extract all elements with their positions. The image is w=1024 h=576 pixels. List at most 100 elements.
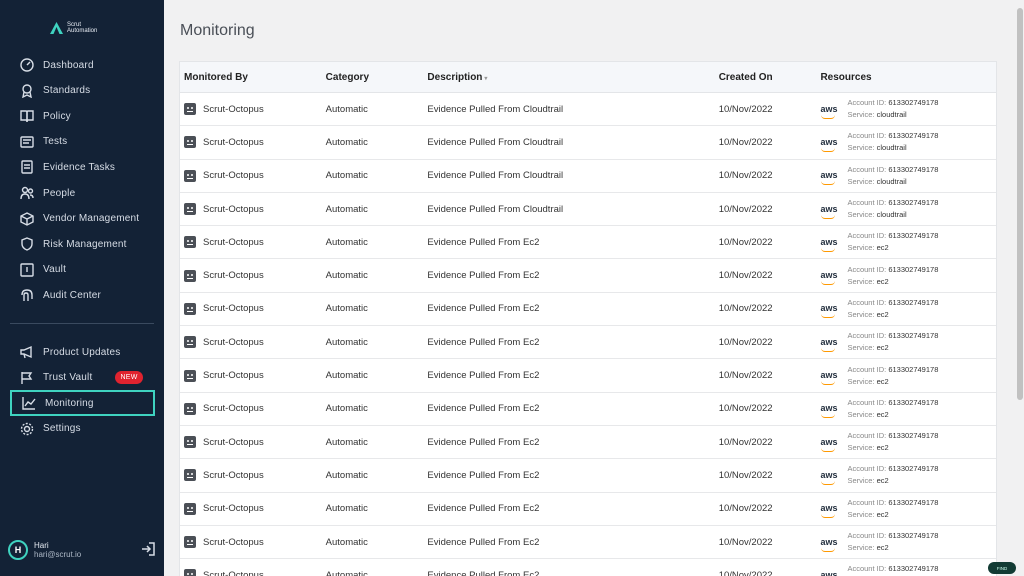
find-button[interactable]: FIND (988, 562, 1016, 574)
scrollbar-thumb[interactable] (1017, 8, 1023, 400)
sidebar-item-settings[interactable]: Settings (10, 416, 155, 442)
bot-icon (184, 169, 196, 182)
table-row[interactable]: Scrut-Octopus Automatic Evidence Pulled Fr… (180, 259, 996, 293)
scrut-logo[interactable]: Scrut Automation (50, 22, 97, 34)
sidebar-item-label: Trust Vault (43, 372, 93, 384)
table-row[interactable]: Scrut-Octopus Automatic Evidence Pulled Fr… (180, 193, 996, 227)
account-id-label: Account ID: (847, 164, 887, 174)
sidebar-item-trust-vault[interactable]: Trust Vault NEW (10, 365, 155, 391)
table-row[interactable]: Scrut-Octopus Automatic Evidence Pulled Fr… (180, 493, 996, 526)
resources-cell: Account ID: 613302749178 Service: cloudtr… (847, 197, 938, 221)
service-label: Service: (847, 509, 875, 519)
service-value: cloudtrail (876, 143, 907, 153)
created-on-cell: 10/Nov/2022 (718, 103, 773, 115)
sidebar-item-label: People (43, 187, 76, 199)
sort-icon[interactable]: ▾ (484, 76, 487, 82)
description-cell: Evidence Pulled From Ec2 (427, 569, 540, 576)
service-value: cloudtrail (876, 210, 907, 220)
description-cell: Evidence Pulled From Ec2 (427, 436, 540, 448)
resources-cell: Account ID: 613302749178 Service: cloudtr… (847, 164, 938, 188)
sidebar-item-dashboard[interactable]: Dashboard (10, 52, 155, 78)
sidebar-item-audit-center[interactable]: Audit Center (10, 282, 155, 308)
shield-icon (19, 237, 34, 252)
description-cell: Evidence Pulled From Cloudtrail (427, 170, 564, 182)
table-row[interactable]: Scrut-Octopus Automatic Evidence Pulled Fr… (180, 326, 996, 360)
sidebar-item-monitoring[interactable]: Monitoring (10, 390, 155, 417)
category-cell: Automatic (325, 403, 368, 415)
bot-icon (184, 302, 196, 315)
user-name: Hari (34, 541, 49, 550)
description-cell: Evidence Pulled From Ec2 (427, 503, 540, 515)
sidebar-item-label: Policy (43, 110, 71, 122)
megaphone-icon (19, 345, 34, 360)
audit-icon (19, 288, 34, 303)
sidebar-item-tests[interactable]: Tests (10, 129, 155, 155)
sidebar-item-policy[interactable]: Policy (10, 103, 155, 129)
sidebar-item-evidence-tasks[interactable]: Evidence Tasks (10, 154, 155, 180)
category-cell: Automatic (325, 503, 368, 515)
account-id-label: Account ID: (847, 364, 887, 374)
table-row[interactable]: Scrut-Octopus Automatic Evidence Pulled Fr… (180, 559, 996, 576)
table-row[interactable]: Scrut-Octopus Automatic Evidence Pulled Fr… (180, 293, 996, 327)
account-id-label: Account ID: (847, 531, 887, 540)
bot-icon (184, 236, 196, 249)
sidebar-item-product-updates[interactable]: Product Updates (10, 339, 155, 365)
created-on-cell: 10/Nov/2022 (718, 336, 773, 348)
table-row[interactable]: Scrut-Octopus Automatic Evidence Pulled Fr… (180, 459, 996, 493)
created-on-cell: 10/Nov/2022 (718, 436, 773, 448)
sidebar-item-people[interactable]: People (10, 180, 155, 206)
created-on-cell: 10/Nov/2022 (718, 569, 773, 576)
header-category[interactable]: Category (326, 72, 428, 83)
header-created-on[interactable]: Created On (719, 72, 821, 83)
bot-icon (184, 136, 196, 149)
created-on-cell: 10/Nov/2022 (718, 136, 773, 148)
table-row[interactable]: Scrut-Octopus Automatic Evidence Pulled Fr… (180, 93, 996, 127)
sidebar-item-risk-management[interactable]: Risk Management (10, 231, 155, 257)
account-id-value: 613302749178 (888, 264, 939, 274)
resources-cell: Account ID: 613302749178 Service: ec2 (847, 364, 938, 388)
table-row[interactable]: Scrut-Octopus Automatic Evidence Pulled Fr… (180, 393, 996, 426)
account-id-label: Account ID: (847, 564, 887, 574)
sidebar-item-standards[interactable]: Standards (10, 78, 155, 104)
header-description[interactable]: Description ▾ (427, 72, 718, 83)
service-label: Service: (847, 476, 875, 486)
created-on-cell: 10/Nov/2022 (718, 203, 773, 215)
category-cell: Automatic (325, 203, 368, 215)
service-label: Service: (847, 176, 875, 186)
table-row[interactable]: Scrut-Octopus Automatic Evidence Pulled Fr… (180, 526, 996, 560)
bot-icon (184, 569, 196, 576)
sidebar-item-label: Vault (43, 264, 67, 276)
logout-icon[interactable] (141, 542, 155, 556)
description-cell: Evidence Pulled From Ec2 (427, 403, 540, 415)
resources-cell: Account ID: 613302749178 Service: ec2 (847, 463, 938, 487)
account-id-value: 613302749178 (888, 397, 939, 407)
bot-icon (184, 103, 196, 116)
account-id-label: Account ID: (847, 331, 887, 341)
header-resources[interactable]: Resources (820, 72, 996, 83)
monitored-by-cell: Scrut-Octopus (203, 469, 264, 481)
table-row[interactable]: Scrut-Octopus Automatic Evidence Pulled Fr… (180, 359, 996, 393)
resources-cell: Account ID: 613302749178 Service: ec2 (847, 430, 938, 454)
aws-icon: aws (820, 570, 838, 576)
sidebar-item-vault[interactable]: Vault (10, 257, 155, 283)
service-value: cloudtrail (876, 110, 907, 120)
description-cell: Evidence Pulled From Ec2 (427, 336, 540, 348)
vendor-icon (19, 211, 34, 226)
table-row[interactable]: Scrut-Octopus Automatic Evidence Pulled Fr… (180, 160, 996, 193)
sidebar-item-vendor-management[interactable]: Vendor Management (10, 206, 155, 232)
service-label: Service: (847, 110, 875, 120)
table-row[interactable]: Scrut-Octopus Automatic Evidence Pulled Fr… (180, 126, 996, 160)
monitored-by-cell: Scrut-Octopus (203, 569, 264, 576)
account-id-label: Account ID: (847, 297, 887, 307)
user-profile[interactable]: H Hari hari@scrut.io (8, 540, 81, 560)
vault-icon (19, 262, 34, 277)
created-on-cell: 10/Nov/2022 (718, 236, 773, 248)
service-label: Service: (847, 376, 875, 386)
monitored-by-cell: Scrut-Octopus (203, 170, 264, 182)
table-row[interactable]: Scrut-Octopus Automatic Evidence Pulled Fr… (180, 226, 996, 260)
resources-cell: Account ID: 613302749178 Service: ec2 (847, 330, 938, 354)
sidebar-divider (10, 323, 154, 324)
header-monitored-by[interactable]: Monitored By (180, 72, 326, 83)
monitoring-table: Monitored By Category Description ▾ Creat… (179, 61, 997, 576)
table-row[interactable]: Scrut-Octopus Automatic Evidence Pulled Fr… (180, 426, 996, 460)
